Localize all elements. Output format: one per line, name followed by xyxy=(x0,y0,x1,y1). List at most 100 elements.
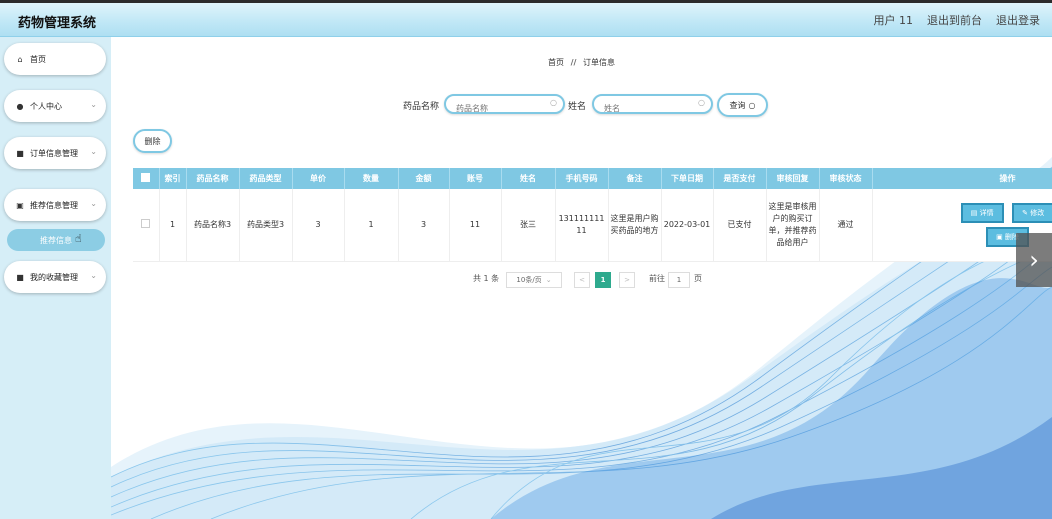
chevron-down-icon: ⌄ xyxy=(90,271,97,280)
trash-icon: ▣ xyxy=(996,233,1005,241)
next-page-button[interactable]: > xyxy=(619,272,635,288)
grid-icon: ■ xyxy=(16,272,24,282)
edit-button[interactable]: ✎ 修改 xyxy=(1012,203,1052,223)
table-header-row: 索引 药品名称 药品类型 单价 数量 金额 账号 姓名 手机号码 备注 下单日期… xyxy=(133,168,1052,189)
select-all-cell[interactable] xyxy=(133,168,160,189)
name-input[interactable] xyxy=(602,103,696,114)
sidebar-item-label: 订单信息管理 xyxy=(30,148,78,158)
table-cell: 通过 xyxy=(819,189,873,262)
home-icon: ⌂ xyxy=(17,54,23,64)
batch-delete-button[interactable]: 删除 xyxy=(133,129,172,153)
table-cell: 3 xyxy=(292,189,345,262)
table-cell: 这里是审核用户的购买订单，并推荐药品给用户 xyxy=(766,189,820,262)
drug-name-label: 药品名称 xyxy=(403,102,440,112)
sidebar-item-label: 首页 xyxy=(30,54,46,64)
table-cell: 3 xyxy=(398,189,450,262)
table-cell: 1 xyxy=(344,189,399,262)
table-cell: 11 xyxy=(449,189,502,262)
grid-icon: ■ xyxy=(16,148,24,158)
sidebar-item-label: 个人中心 xyxy=(30,101,62,111)
table-cell: 药品名称3 xyxy=(186,189,240,262)
sidebar-item-home[interactable]: ⌂ 首页 xyxy=(4,43,106,75)
column-header: 药品名称 xyxy=(186,168,240,189)
sidebar-item-recommend-management[interactable]: ▣ 推荐信息管理 ⌄ xyxy=(4,189,106,221)
column-header: 账号 xyxy=(449,168,502,189)
pager-total: 共 1 条 xyxy=(473,274,500,283)
row-checkbox[interactable] xyxy=(141,218,151,228)
table-cell: 1 xyxy=(159,189,187,262)
drug-name-field[interactable]: ○ xyxy=(444,94,565,114)
sidebar-item-favorites-management[interactable]: ■ 我的收藏管理 ⌄ xyxy=(4,261,106,293)
sidebar-subitem-label: 推荐信息 xyxy=(40,235,72,245)
detail-icon: ▤ xyxy=(970,209,980,217)
page-size-select[interactable]: 10条/页 ⌄ xyxy=(506,272,562,288)
clipboard-icon: ▣ xyxy=(16,200,24,210)
column-header: 是否支付 xyxy=(713,168,767,189)
table-cell: 这里是用户购买药品的地方 xyxy=(608,189,662,262)
query-button[interactable]: 查询 ○ xyxy=(717,93,768,117)
goto-suffix: 页 xyxy=(694,274,702,283)
breadcrumb-current: 订单信息 xyxy=(582,58,615,67)
search-icon: ○ xyxy=(748,100,756,110)
column-header: 审核状态 xyxy=(819,168,873,189)
header-links: 用户 11 退出到前台 退出登录 xyxy=(874,12,1041,28)
exit-to-front-link[interactable]: 退出到前台 xyxy=(927,12,982,28)
breadcrumb-home[interactable]: 首页 xyxy=(548,58,564,67)
sidebar-item-order-management[interactable]: ■ 订单信息管理 ⌄ xyxy=(4,137,106,169)
app-title: 药物管理系统 xyxy=(18,16,97,31)
logout-link[interactable]: 退出登录 xyxy=(996,12,1040,28)
chevron-down-icon: ⌄ xyxy=(90,199,97,208)
column-header: 操作 xyxy=(872,168,1052,189)
app-header: 药物管理系统 用户 11 退出到前台 退出登录 xyxy=(0,3,1052,37)
sidebar-item-personal-center[interactable]: ● 个人中心 ⌄ xyxy=(4,90,106,122)
sidebar-item-label: 推荐信息管理 xyxy=(30,200,78,210)
chevron-down-icon: ⌄ xyxy=(90,100,97,109)
name-label: 姓名 xyxy=(568,102,587,112)
table-cell: 2022-03-01 xyxy=(661,189,714,262)
table-row: 1 药品名称3 药品类型3 3 1 3 11 张三 13111111111 这里… xyxy=(133,189,1052,262)
batch-delete-label: 删除 xyxy=(144,136,161,146)
page-number-button[interactable]: 1 xyxy=(595,272,611,288)
column-header: 数量 xyxy=(344,168,399,189)
goto-prefix: 前往 xyxy=(649,274,665,283)
sidebar: ⌂ 首页 ● 个人中心 ⌄ ■ 订单信息管理 ⌄ ▣ 推荐信息管理 ⌄ 推荐信息… xyxy=(0,37,111,519)
user-icon: ● xyxy=(16,101,24,111)
sidebar-item-label: 我的收藏管理 xyxy=(30,272,78,282)
main-content: 首页 // 订单信息 药品名称 ○ 姓名 ○ 查询 ○ 删除 索引 药品名称 药… xyxy=(111,37,1052,519)
column-header: 手机号码 xyxy=(555,168,609,189)
page-size-value: 10条/页 xyxy=(516,276,542,284)
sidebar-subitem-recommend-info[interactable]: 推荐信息 xyxy=(7,229,105,251)
chevron-down-icon: ⌄ xyxy=(545,276,552,284)
goto-page-input[interactable]: 1 xyxy=(668,272,690,288)
name-field[interactable]: ○ xyxy=(592,94,713,114)
chevron-down-icon: ⌄ xyxy=(90,147,97,156)
user-link[interactable]: 用户 11 xyxy=(874,12,914,28)
table-cell: 药品类型3 xyxy=(239,189,293,262)
search-icon: ○ xyxy=(550,98,557,107)
table-cell: 已支付 xyxy=(713,189,767,262)
table-cell: 张三 xyxy=(501,189,556,262)
mouse-pointer-icon: ☝ xyxy=(75,232,82,245)
carousel-next-arrow-icon[interactable]: › xyxy=(1016,233,1052,287)
edit-button-label: 修改 xyxy=(1030,209,1045,217)
column-header: 索引 xyxy=(159,168,187,189)
breadcrumb: 首页 // 订单信息 xyxy=(111,57,1052,68)
breadcrumb-separator: // xyxy=(570,58,577,67)
column-header: 备注 xyxy=(608,168,662,189)
table-cell: 13111111111 xyxy=(555,189,609,262)
detail-button[interactable]: ▤ 详情 xyxy=(960,203,1004,223)
column-header: 下单日期 xyxy=(661,168,714,189)
column-header: 单价 xyxy=(292,168,345,189)
column-header: 审核回复 xyxy=(766,168,820,189)
query-button-label: 查询 xyxy=(729,100,746,110)
column-header: 姓名 xyxy=(501,168,556,189)
search-icon: ○ xyxy=(698,98,705,107)
orders-table: 索引 药品名称 药品类型 单价 数量 金额 账号 姓名 手机号码 备注 下单日期… xyxy=(133,168,1052,262)
drug-name-input[interactable] xyxy=(454,103,548,114)
column-header: 药品类型 xyxy=(239,168,293,189)
column-header: 金额 xyxy=(398,168,450,189)
prev-page-button[interactable]: < xyxy=(574,272,590,288)
row-select-cell[interactable] xyxy=(133,189,160,262)
detail-button-label: 详情 xyxy=(979,209,994,217)
select-all-checkbox[interactable] xyxy=(141,173,151,182)
